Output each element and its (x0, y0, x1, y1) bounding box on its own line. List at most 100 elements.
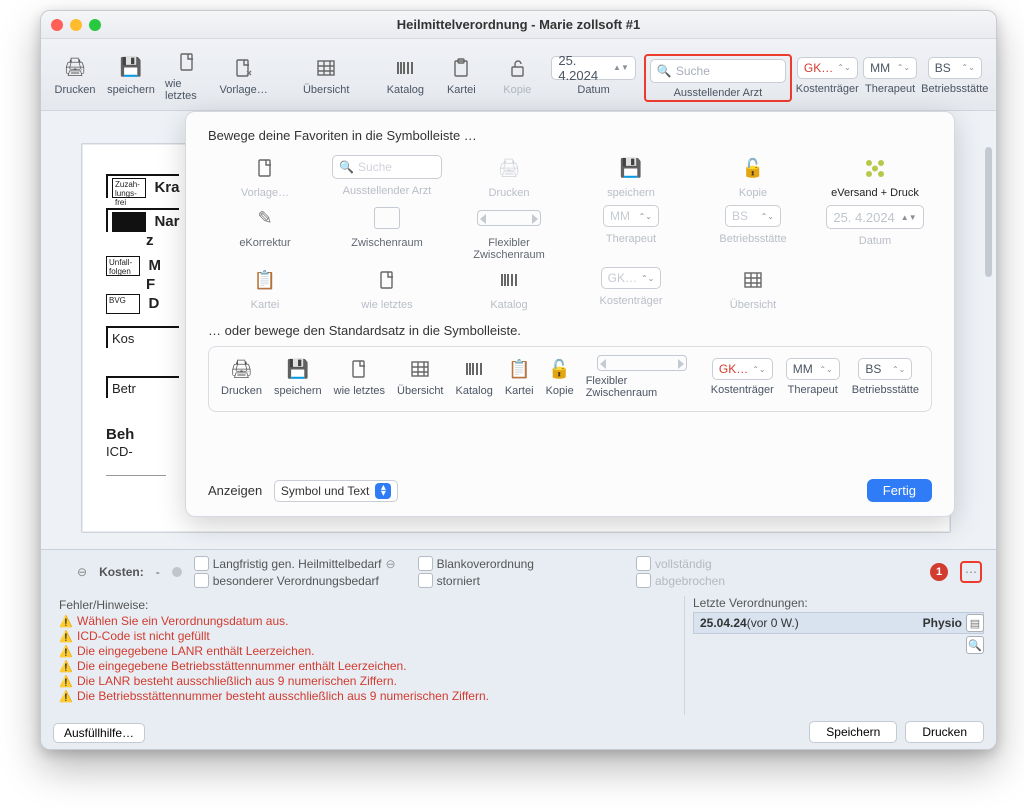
eversand-icon (861, 155, 889, 181)
chk-abgebrochen: abgebrochen (636, 573, 725, 588)
tb-drucken[interactable]: 🖨 Drucken (49, 54, 101, 102)
chk-besonderer[interactable]: besonderer Verordnungsbedarf (194, 573, 396, 588)
warning-icon: ⚠️ (59, 629, 73, 643)
error-row: ⚠️ICD-Code ist nicht gefüllt (59, 629, 656, 643)
speichern-button[interactable]: Speichern (809, 721, 897, 743)
error-row: ⚠️Die eingegebene LANR enthält Leerzeich… (59, 644, 656, 658)
std-katalog[interactable]: Katalog (452, 355, 497, 403)
fav-datum-pill[interactable]: 25. 4.2024▲▼Datum (818, 205, 932, 261)
tb-kosten[interactable]: GK… ⌃⌄ Kostenträger (796, 55, 859, 101)
tb-wie-letztes[interactable]: wie letztes (161, 48, 214, 108)
chk-blanko[interactable]: Blankoverordnung (418, 556, 534, 571)
kosten-pill[interactable]: GK… ⌃⌄ (797, 57, 858, 79)
tb-arzt-highlight[interactable]: 🔍 Suche Ausstellender Arzt (644, 54, 792, 102)
doc-icon[interactable]: ▤ (966, 614, 984, 632)
std-speichern[interactable]: 💾speichern (270, 355, 326, 403)
drucken-icon: 🖨 (498, 155, 521, 181)
fav-eversand-icon[interactable]: eVersand + Druck (818, 155, 932, 199)
clipboard-icon (447, 56, 475, 80)
fav-drucken-icon[interactable]: 🖨Drucken (452, 155, 566, 199)
tb-uebersicht[interactable]: Übersicht (300, 54, 352, 102)
std-betriebsstätte[interactable]: BS⌃⌄Betriebsstätte (848, 356, 923, 402)
customize-toolbar-sheet: Bewege deine Favoriten in die Symbolleis… (185, 111, 955, 517)
fertig-button[interactable]: Fertig (867, 479, 932, 502)
chk-langfristig[interactable]: Langfristig gen. Heilmittelbedarf ⊖ (194, 556, 396, 571)
error-row: ⚠️Die eingegebene Betriebsstättennummer … (59, 659, 656, 673)
search-icon[interactable]: 🔍 (966, 636, 984, 654)
uebersicht-icon (743, 267, 763, 293)
main-toolbar: 🖨 Drucken 💾 speichern wie letztes Vorlag… (41, 39, 996, 111)
std-title: … oder bewege den Standardsatz in die Sy… (208, 323, 932, 338)
dots-icon: ⋯ (965, 565, 977, 579)
tb-bs[interactable]: BS ⌃⌄ Betriebsstätte (922, 55, 988, 101)
fav-flex-zwischenraum-icon[interactable]: Flexibler Zwischenraum (452, 205, 566, 261)
fav-bs-pill[interactable]: BS⌃⌄Betriebsstätte (696, 205, 810, 261)
ekorrektur-icon: ✎ (257, 205, 272, 231)
minimize-icon[interactable] (70, 19, 82, 31)
tb-kartei[interactable]: Kartei (435, 54, 487, 102)
std-wie letztes[interactable]: wie letztes (330, 355, 389, 403)
unlock-icon (503, 56, 531, 80)
fav-vorlage-icon[interactable]: Vorlage… (208, 155, 322, 199)
error-count-badge: 1 (930, 563, 948, 581)
fav-zwischenraum-icon[interactable]: Zwischenraum (330, 205, 444, 261)
std-drucken[interactable]: 🖨Drucken (217, 355, 266, 403)
anzeigen-label: Anzeigen (208, 483, 262, 498)
error-row: ⚠️Die Betriebsstättennummer besteht auss… (59, 689, 656, 703)
arzt-search-input[interactable]: 🔍 Suche (650, 59, 786, 83)
drucken-button[interactable]: Drucken (905, 721, 984, 743)
fav-wie-letztes-icon[interactable]: wie letztes (330, 267, 444, 311)
printer-icon: 🖨 (61, 56, 89, 80)
table-icon (312, 56, 340, 80)
stepper-icon[interactable]: ▲▼ (613, 64, 629, 71)
favorites-grid: Vorlage…🔍SucheAusstellender Arzt🖨Drucken… (208, 155, 932, 311)
bottom-panel: ⊖ Kosten: - Langfristig gen. Heilmittelb… (41, 549, 996, 749)
std-kostenträger[interactable]: GK…⌃⌄Kostenträger (707, 356, 778, 402)
app-window: Heilmittelverordnung - Marie zollsoft #1… (40, 10, 997, 750)
fav-katalog-icon[interactable]: Katalog (452, 267, 566, 311)
fav-kopie-icon[interactable]: 🔓Kopie (696, 155, 810, 199)
speichern-icon: 💾 (620, 155, 642, 181)
anzeigen-select[interactable]: Symbol und Text ▴▾ (274, 480, 399, 502)
vorlage-icon (255, 155, 275, 181)
std-therapeut[interactable]: MM⌃⌄Therapeut (782, 356, 844, 402)
therapeut-pill[interactable]: MM ⌃⌄ (863, 57, 917, 79)
fav-speichern-icon[interactable]: 💾speichern (574, 155, 688, 199)
fav-kosten-pill[interactable]: GK…⌃⌄Kostenträger (574, 267, 688, 311)
zoom-icon[interactable] (89, 19, 101, 31)
sheet-title: Bewege deine Favoriten in die Symbolleis… (208, 128, 932, 143)
fav-therapeut-pill[interactable]: MM⌃⌄Therapeut (574, 205, 688, 261)
standard-set-bar[interactable]: 🖨Drucken💾speichernwie letztesÜbersichtKa… (208, 346, 932, 412)
bs-pill[interactable]: BS ⌃⌄ (928, 57, 982, 79)
chevron-updown-icon: ⌃⌄ (837, 64, 850, 71)
katalog-icon (499, 267, 519, 293)
ausfuellhilfe-button[interactable]: Ausfüllhilfe… (53, 723, 145, 743)
lv-heading: Letzte Verordnungen: (693, 596, 984, 610)
std-flex-space[interactable]: Flexibler Zwischenraum (582, 353, 703, 405)
tb-speichern[interactable]: 💾 speichern (105, 54, 157, 102)
warning-icon: ⚠️ (59, 659, 73, 673)
warning-icon: ⚠️ (59, 644, 73, 658)
doc-icon (173, 50, 201, 74)
std-kartei[interactable]: 📋Kartei (501, 355, 538, 403)
kosten-label: Kosten: (99, 565, 144, 579)
chevron-updown-icon: ⌃⌄ (897, 64, 910, 71)
fav-uebersicht-icon[interactable]: Übersicht (696, 267, 810, 311)
std-übersicht[interactable]: Übersicht (393, 355, 447, 403)
close-icon[interactable] (51, 19, 63, 31)
template-icon (230, 56, 258, 80)
scrollbar[interactable] (982, 143, 994, 533)
tb-katalog[interactable]: Katalog (379, 54, 431, 102)
options-button-highlight[interactable]: ⋯ (960, 561, 982, 583)
chk-storniert[interactable]: storniert (418, 573, 534, 588)
tb-therapeut[interactable]: MM ⌃⌄ Therapeut (863, 55, 918, 101)
std-kopie[interactable]: 🔓Kopie (542, 355, 578, 403)
fav-kartei-icon[interactable]: 📋Kartei (208, 267, 322, 311)
errors-heading: Fehler/Hinweise: (59, 598, 656, 612)
tb-datum[interactable]: 25. 4.2024 ▲▼ Datum (547, 54, 640, 102)
date-field[interactable]: 25. 4.2024 ▲▼ (551, 56, 636, 80)
chk-vollstaendig: vollständig (636, 556, 725, 571)
tb-vorlage[interactable]: Vorlage… (218, 54, 270, 102)
fav-ekorrektur-icon[interactable]: ✎eKorrektur (208, 205, 322, 261)
fav-arzt-search[interactable]: 🔍SucheAusstellender Arzt (330, 155, 444, 199)
